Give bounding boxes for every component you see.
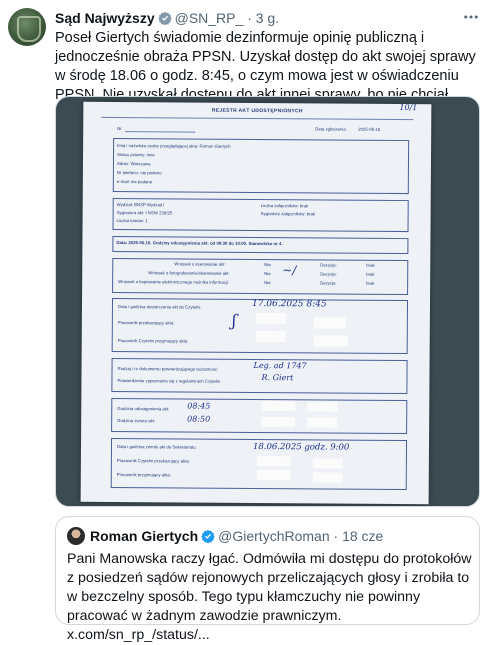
redaction-box [307,401,338,412]
decision-value: brak [366,280,375,286]
delivery-line: Pracownik Czytelni przyjmujący akta: [117,338,189,344]
redaction-box [307,417,338,428]
decision-label: Decyzja: [320,280,337,286]
return-line: Pracownik przyjmujący akta: [116,472,172,478]
request-value: Nie [264,271,271,277]
blue-verified-badge-icon [201,529,215,543]
quote-author-avatar[interactable] [67,527,85,545]
requester-line: Status prawny: inne [117,152,155,158]
more-options-icon[interactable] [462,8,480,31]
redaction-box [261,417,296,428]
handwritten-id: Leg. ad 1747 [253,360,307,371]
quoted-tweet[interactable]: Roman Giertych @GiertychRoman · 18 cze Pa… [55,516,480,643]
confirm-line: Rodzaj i nr dokumentu potwierdzającego t… [117,366,219,372]
case-line: Sygnatura akt: I NSW 238/25 [116,210,173,216]
case-line: Liczba załączników: brak [260,203,309,209]
quote-header: Roman Giertych @GiertychRoman · 18 cze [90,527,383,545]
request-label: Wniosek o fotografowanie/skanowanie akt: [148,270,230,276]
date-value: 2025-06-18 [358,126,381,132]
redaction-box [255,312,286,325]
request-label: Wniosek o kopiowanie elektronicznego noś… [118,279,229,285]
quote-text: Pani Manowska raczy łgać. Odmówiła mi do… [67,551,472,643]
handwritten-scribble: ~/ [282,263,297,278]
author-display-name[interactable]: Sąd Najwyższy [55,10,155,26]
header-separator: · [247,10,252,26]
request-value: Nie [264,280,271,286]
access-box [111,397,408,435]
quote-time[interactable]: 18 cze [342,528,383,544]
handwritten-return-date: 18.06.2025 godz. 9:00 [252,441,350,453]
return-line: Data i godzina zwrotu akt do Sekretariat… [116,444,197,450]
case-line: Liczba tomów: 1 [116,218,148,224]
handwritten-access-time: 08:45 [187,401,211,411]
confirm-line: Potwierdzenie zapoznania się z regulamin… [117,378,221,384]
requests-box [112,257,409,296]
handwritten-delivery-date: 17.06.2025 8:45 [251,298,327,310]
case-line: Wydział: BNSP Wydział I [116,202,165,208]
requester-line: Imię i nazwisko osoby przeglądającej akt… [117,143,231,149]
access-line: Godzina zwrotu akt: [117,418,156,424]
redaction-box [313,335,348,347]
tweet-time[interactable]: 3 g. [256,10,279,26]
case-line: Sygnatury załączników: brak [260,211,316,217]
handwritten-signature: R. Giert [261,373,294,383]
quote-author-handle[interactable]: @GiertychRoman [218,528,329,544]
quote-author-name[interactable]: Roman Giertych [90,528,198,544]
quote-separator: · [333,528,339,544]
delivery-line: Data i godzina dostarczenia akt do Czyte… [117,304,202,310]
date-label: Data zgłoszenia [315,126,346,132]
redaction-box [312,458,343,469]
tweet-header: Sąd Najwyższy @SN_RP_ · 3 g. [55,9,279,27]
tweet-photo[interactable]: REJESTR AKT UDOSTĘPNIONYCH 10/1 Nr Data … [55,96,480,507]
document-title: REJESTR AKT UDOSTĘPNIONYCH [211,107,303,115]
handwritten-signature: ʃ [231,310,237,330]
redaction-box [256,456,291,467]
redaction-box [255,330,286,343]
redaction-box [312,472,343,483]
author-handle[interactable]: @SN_RP_ [175,10,244,26]
gray-verified-badge-icon [157,11,172,25]
decision-value: brak [366,271,375,277]
request-value: Nie [264,262,271,268]
document-page: REJESTR AKT UDOSTĘPNIONYCH 10/1 Nr Data … [80,101,432,505]
document-corner-note: 10/1 [399,102,418,113]
requester-line: Adres: Warszawa [116,161,151,167]
access-line: Godzina udostępnienia akt: [117,406,170,412]
decision-label: Decyzja: [320,271,337,277]
requester-line: Nr telefonu: nie podano [116,170,162,176]
author-avatar[interactable] [8,8,46,46]
return-line: Pracownik Czytelni przekazujący akta: [116,458,190,464]
request-label: Wniosek o kserowanie akt: [174,261,226,267]
delivery-line: Pracownik przekazujący akta: [117,320,175,326]
handwritten-return-time: 08:50 [187,414,211,424]
decision-label: Decyzja: [320,262,337,268]
redaction-box [261,401,296,412]
decision-value: brak [366,262,375,268]
redaction-box [256,470,291,481]
redaction-box [313,317,346,329]
requester-line: e-mail: nie podano [116,179,153,185]
nr-label: Nr [117,126,122,132]
